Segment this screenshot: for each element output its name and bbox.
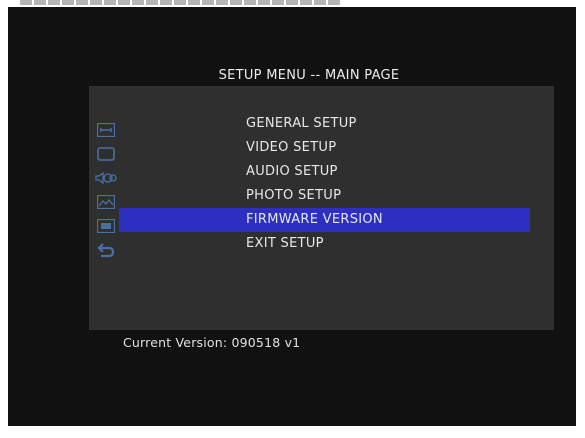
menu-item-photo-setup[interactable]: PHOTO SETUP: [119, 184, 530, 208]
menu-item-video-setup[interactable]: VIDEO SETUP: [119, 136, 530, 160]
photo-icon: [95, 190, 117, 214]
monitor-icon: [95, 142, 117, 166]
menu-item-label: GENERAL SETUP: [246, 116, 357, 131]
menu-item-label: FIRMWARE VERSION: [246, 212, 383, 227]
setup-menu: GENERAL SETUP VIDEO SETUP AUDIO SETUP PH…: [119, 112, 530, 256]
menu-item-label: EXIT SETUP: [246, 236, 324, 251]
menu-item-label: AUDIO SETUP: [246, 164, 338, 179]
menu-item-firmware-version[interactable]: FIRMWARE VERSION: [119, 208, 530, 232]
menu-item-audio-setup[interactable]: AUDIO SETUP: [119, 160, 530, 184]
menu-item-label: VIDEO SETUP: [246, 140, 337, 155]
menu-item-general-setup[interactable]: GENERAL SETUP: [119, 112, 530, 136]
menu-item-exit-setup[interactable]: EXIT SETUP: [119, 232, 530, 256]
page-title: SETUP MENU -- MAIN PAGE: [218, 68, 400, 83]
top-edge-strip: [20, 0, 340, 5]
return-icon: [95, 238, 117, 262]
current-version-text: Current Version: 090518 v1: [123, 335, 301, 350]
tv-screen: SETUP MENU -- MAIN PAGE GENERAL SETUP VI…: [8, 7, 576, 426]
chip-icon: [95, 214, 117, 238]
speaker-icon: [95, 166, 117, 190]
wrench-icon: [95, 118, 117, 142]
menu-item-label: PHOTO SETUP: [246, 188, 342, 203]
